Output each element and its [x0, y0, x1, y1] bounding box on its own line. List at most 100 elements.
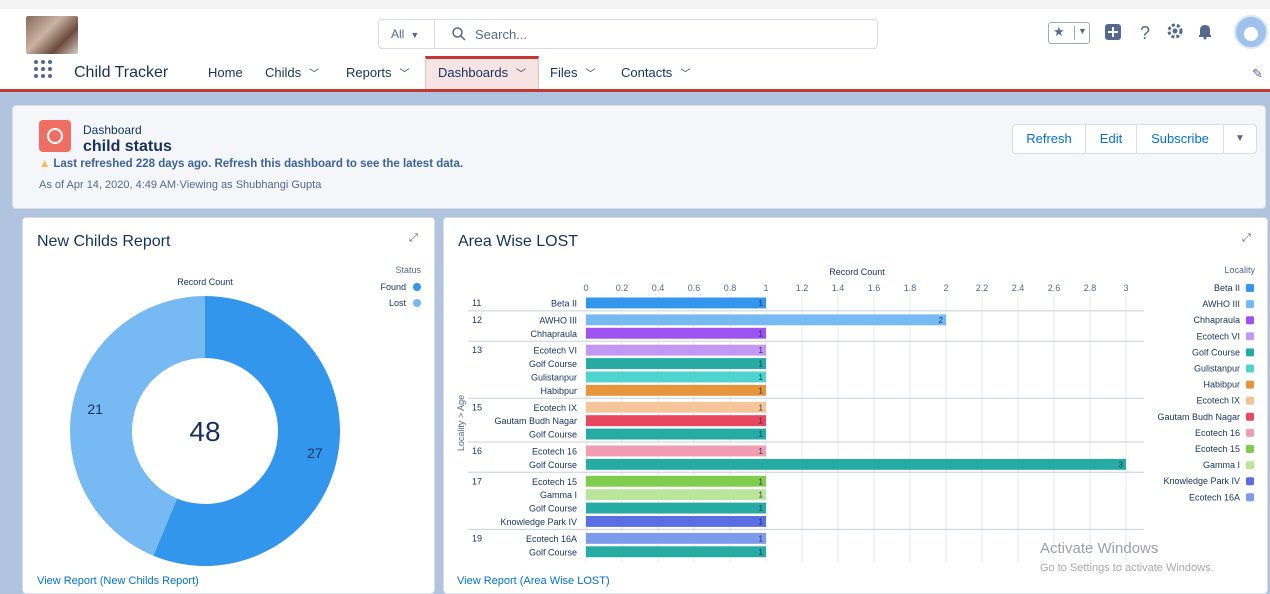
- bar-ecotech-16: [586, 445, 766, 457]
- bar-value-label: 1: [759, 534, 764, 543]
- global-search: All ▼: [378, 19, 878, 49]
- refresh-warning: ▲ Last refreshed 228 days ago. Refresh th…: [39, 158, 463, 170]
- x-tick-label: 2.2: [976, 283, 989, 293]
- notifications-bell-icon[interactable]: [1194, 22, 1216, 44]
- donut-center-total: 48: [189, 416, 220, 447]
- legend-label: Ecotech VI: [1196, 331, 1240, 341]
- legend-label: Knowledge Park IV: [1163, 476, 1240, 486]
- card-title: Area Wise LOST: [458, 233, 579, 250]
- x-axis-title: Record Count: [829, 267, 885, 277]
- warning-icon: ▲: [39, 158, 51, 170]
- legend-label: Gulistanpur: [1194, 364, 1240, 374]
- chevron-down-icon[interactable]: ﹀: [516, 69, 526, 80]
- plus-icon: [1105, 24, 1121, 40]
- x-tick-label: 2.4: [1012, 283, 1025, 293]
- x-tick-label: 0: [583, 283, 588, 293]
- bar-value-label: 1: [759, 346, 764, 355]
- locality-label: Beta II: [551, 299, 577, 309]
- app-navigation: Child Tracker Home Childs ﹀ Reports ﹀ Dash…: [0, 56, 1270, 92]
- bar-habibpur: [586, 384, 766, 396]
- tab-label: Dashboards: [438, 65, 509, 80]
- bar-value-label: 1: [759, 386, 764, 395]
- bar-value-label: 2: [939, 316, 944, 325]
- legend-swatch: [1246, 380, 1254, 389]
- new-childs-report-card: New Childs Report ⤢ Record Count 27 21 48 St…: [22, 217, 435, 594]
- tab-contacts[interactable]: Contacts ﹀: [609, 56, 702, 89]
- legend-title: Locality: [1224, 265, 1255, 275]
- expand-icon[interactable]: ⤢: [1242, 232, 1251, 245]
- org-logo[interactable]: [26, 16, 78, 54]
- bar-gautam-budh-nagar: [586, 415, 766, 427]
- locality-label: Golf Course: [529, 460, 577, 470]
- locality-label: Ecotech 15: [532, 477, 577, 487]
- activation-watermark-title: Activate Windows: [1040, 540, 1159, 557]
- favorites-button[interactable]: ★ ▼: [1048, 22, 1090, 44]
- chevron-down-icon[interactable]: ﹀: [585, 69, 595, 80]
- caret-down-icon: ▼: [1235, 133, 1245, 144]
- tab-label: Home: [208, 65, 243, 80]
- legend-swatch: [1246, 412, 1254, 421]
- tab-files[interactable]: Files ﹀: [538, 56, 607, 89]
- x-tick-label: 0.6: [688, 283, 701, 293]
- x-tick-label: 0.8: [724, 283, 737, 293]
- x-tick-label: 2: [943, 283, 948, 293]
- user-avatar[interactable]: [1234, 15, 1268, 49]
- bar-value-label: 1: [759, 504, 764, 513]
- bar-gamma-i: [586, 489, 766, 501]
- bar-awho-iii: [586, 314, 946, 326]
- bar-gulistanpur: [586, 371, 766, 383]
- gear-icon: [1167, 23, 1183, 39]
- edit-nav-pencil-icon[interactable]: ✎: [1252, 66, 1263, 82]
- locality-label: Ecotech VI: [533, 346, 577, 356]
- search-icon: [452, 27, 466, 41]
- edit-button[interactable]: Edit: [1085, 124, 1137, 154]
- locality-label: Golf Course: [529, 504, 577, 514]
- bar-ecotech-ix: [586, 401, 766, 413]
- legend-label: Habibpur: [1203, 380, 1240, 390]
- chevron-down-icon[interactable]: ▼: [1074, 26, 1087, 40]
- legend-swatch: [1246, 428, 1254, 437]
- view-report-link[interactable]: View Report (New Childs Report): [37, 575, 199, 587]
- star-icon: ★: [1053, 24, 1065, 39]
- legend-swatch: [1246, 477, 1254, 486]
- search-input[interactable]: [475, 22, 865, 46]
- bar-value-label: 1: [759, 403, 764, 412]
- x-tick-label: 1.6: [868, 283, 881, 293]
- help-icon[interactable]: ?: [1134, 22, 1156, 44]
- legend-label: Gautam Budh Nagar: [1157, 412, 1240, 422]
- setup-gear-icon[interactable]: [1164, 22, 1186, 44]
- global-actions-icon[interactable]: [1102, 22, 1124, 44]
- view-report-link[interactable]: View Report (Area Wise LOST): [457, 575, 610, 587]
- x-tick-label: 0.2: [616, 283, 629, 293]
- tab-home[interactable]: Home: [196, 56, 255, 89]
- legend-swatch: [413, 283, 421, 291]
- age-label: 16: [472, 446, 482, 456]
- search-scope-select[interactable]: All ▼: [379, 20, 435, 48]
- bar-value-label: 3: [1119, 460, 1124, 469]
- legend-label: Chhapraula: [1193, 315, 1240, 325]
- x-tick-label: 2.8: [1084, 283, 1097, 293]
- chevron-down-icon[interactable]: ﹀: [400, 69, 410, 80]
- age-label: 12: [472, 315, 482, 325]
- y-axis-title: Locality > Age: [456, 395, 466, 451]
- locality-label: Chhapraula: [530, 329, 577, 339]
- refresh-button[interactable]: Refresh: [1012, 124, 1086, 154]
- expand-icon[interactable]: ⤢: [409, 232, 418, 245]
- bar-value-label: 1: [759, 430, 764, 439]
- legend-title: Status: [395, 265, 421, 275]
- more-actions-button[interactable]: ▼: [1223, 124, 1257, 154]
- legend-label: Found: [380, 282, 406, 292]
- subscribe-button[interactable]: Subscribe: [1136, 124, 1224, 154]
- age-label: 13: [472, 345, 482, 355]
- chevron-down-icon[interactable]: ﹀: [680, 69, 690, 80]
- locality-label: AWHO III: [539, 315, 577, 325]
- tab-dashboards[interactable]: Dashboards ﹀: [425, 56, 540, 89]
- tab-reports[interactable]: Reports ﹀: [334, 56, 422, 89]
- x-tick-label: 1.4: [832, 283, 845, 293]
- chevron-down-icon[interactable]: ﹀: [309, 69, 319, 80]
- tab-childs[interactable]: Childs ﹀: [253, 56, 331, 89]
- bar-value-label: 1: [759, 373, 764, 382]
- app-launcher-icon[interactable]: [34, 60, 54, 80]
- caret-down-icon: ▼: [410, 30, 420, 40]
- bar-ecotech-vi: [586, 344, 766, 356]
